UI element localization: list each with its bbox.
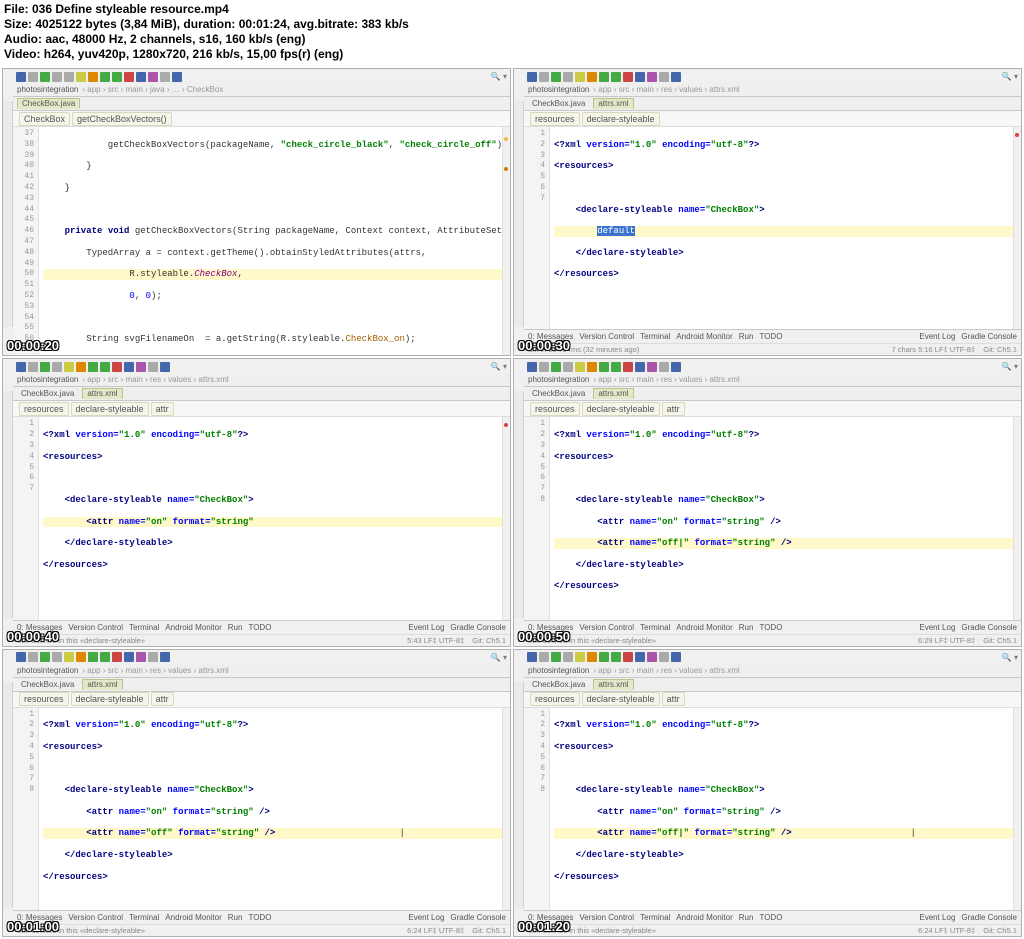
error-stripe xyxy=(502,127,510,356)
help-icon[interactable] xyxy=(172,72,182,82)
main-toolbar[interactable]: 🔍 ▾ xyxy=(524,69,1021,83)
save-icon[interactable] xyxy=(28,72,38,82)
settings-icon[interactable] xyxy=(160,72,170,82)
code-breadcrumb[interactable]: resources declare-styleable xyxy=(524,111,1021,127)
sync-icon[interactable] xyxy=(40,72,50,82)
open-icon[interactable] xyxy=(16,72,26,82)
left-gutter-strip xyxy=(3,391,13,617)
video-line: Video: h264, yuv420p, 1280x720, 216 kb/s… xyxy=(4,47,1020,62)
tool-window-bar[interactable]: 0: MessagesVersion ControlTerminalAndroi… xyxy=(524,329,1021,343)
code-editor[interactable]: 1234567 <?xml version="1.0" encoding="ut… xyxy=(524,127,1021,329)
code-editor[interactable]: 12345678 <?xml version="1.0" encoding="u… xyxy=(13,708,510,910)
stop-icon[interactable] xyxy=(124,72,134,82)
bc-class[interactable]: CheckBox xyxy=(19,112,70,126)
bc-method[interactable]: getCheckBoxVectors() xyxy=(72,112,172,126)
status-bar: am in 5s 794ms (32 minutes ago) 7 chars … xyxy=(524,343,1021,355)
frame-2: 🔍 ▾ photosintegration› app › src › main … xyxy=(513,68,1022,356)
code-body[interactable]: getCheckBoxVectors(packageName, "check_c… xyxy=(39,127,510,356)
search-icon[interactable]: 🔍 ▾ xyxy=(491,72,507,81)
frame-4: 🔍 ▾ photosintegration› app › src › main … xyxy=(513,358,1022,646)
avd-icon[interactable] xyxy=(136,72,146,82)
undo-icon[interactable] xyxy=(52,72,62,82)
redo-icon[interactable] xyxy=(64,72,74,82)
code-breadcrumb[interactable]: CheckBox getCheckBoxVectors() xyxy=(13,111,510,127)
code-editor[interactable]: 1234567 <?xml version="1.0" encoding="ut… xyxy=(13,417,510,619)
code-body[interactable]: <?xml version="1.0" encoding="utf-8"?> <… xyxy=(550,127,1021,329)
error-stripe xyxy=(1013,127,1021,329)
code-editor[interactable]: 3738394041424344454647484950515253545556… xyxy=(13,127,510,356)
frame-timestamp: 00:00:20 xyxy=(7,338,59,353)
thumbnail-grid: 🔍 ▾ photosintegration › app › src › main… xyxy=(0,66,1024,939)
code-editor[interactable]: 12345678 <?xml version="1.0" encoding="u… xyxy=(524,417,1021,619)
frame-timestamp: 00:00:30 xyxy=(518,338,570,353)
left-gutter-strip xyxy=(514,101,524,327)
line-gutter: 1234567 xyxy=(524,127,550,329)
editor-tabs[interactable]: CheckBox.java attrs.xml xyxy=(524,97,1021,111)
tab-checkbox-java[interactable]: CheckBox.java xyxy=(17,98,80,109)
line-gutter: 3738394041424344454647484950515253545556… xyxy=(13,127,39,356)
sdk-icon[interactable] xyxy=(148,72,158,82)
search-icon[interactable]: 🔍 ▾ xyxy=(1002,72,1018,81)
cut-icon[interactable] xyxy=(76,72,86,82)
debug-icon[interactable] xyxy=(112,72,122,82)
copy-icon[interactable] xyxy=(88,72,98,82)
audio-line: Audio: aac, 48000 Hz, 2 channels, s16, 1… xyxy=(4,32,1020,47)
code-editor[interactable]: 12345678 <?xml version="1.0" encoding="u… xyxy=(524,708,1021,910)
frame-1: 🔍 ▾ photosintegration › app › src › main… xyxy=(2,68,511,356)
file-line: File: 036 Define styleable resource.mp4 xyxy=(4,2,1020,17)
left-gutter-strip xyxy=(3,101,13,327)
frame-3: 🔍 ▾ photosintegration› app › src › main … xyxy=(2,358,511,646)
tab-attrs-xml[interactable]: attrs.xml xyxy=(593,98,633,109)
project-name[interactable]: photosintegration xyxy=(17,85,78,94)
editor-tabs[interactable]: CheckBox.java xyxy=(13,97,510,111)
nav-breadcrumb: photosintegration › app › src › main › j… xyxy=(13,83,510,97)
open-icon[interactable] xyxy=(527,72,537,82)
run-icon[interactable] xyxy=(100,72,110,82)
frame-6: 🔍 ▾ photosintegration› app › src › main … xyxy=(513,649,1022,937)
main-toolbar[interactable]: 🔍 ▾ xyxy=(13,69,510,83)
main-toolbar[interactable]: 🔍 ▾ xyxy=(13,359,510,373)
media-info-header: File: 036 Define styleable resource.mp4 … xyxy=(0,0,1024,66)
size-line: Size: 4025122 bytes (3,84 MiB), duration… xyxy=(4,17,1020,32)
nav-breadcrumb: photosintegration› app › src › main › re… xyxy=(524,83,1021,97)
frame-5: 🔍 ▾ photosintegration› app › src › main … xyxy=(2,649,511,937)
